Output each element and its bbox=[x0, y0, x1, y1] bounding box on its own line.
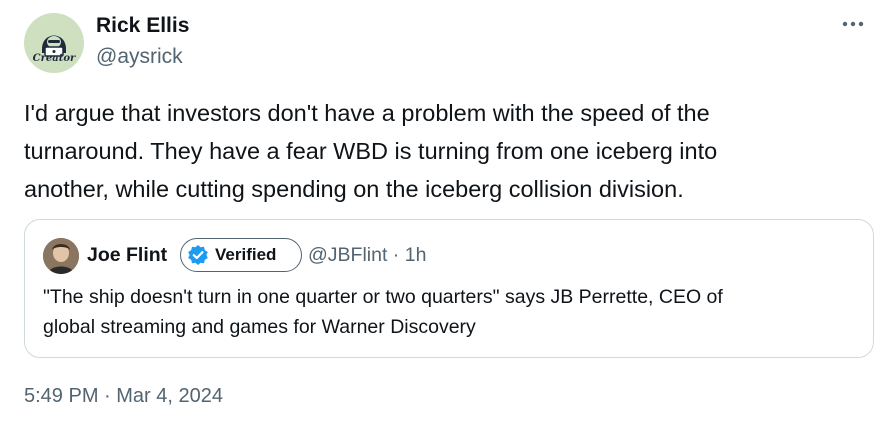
verified-label: Verified bbox=[215, 245, 277, 264]
quote-text-line: "The ship doesn't turn in one quarter or… bbox=[43, 286, 723, 308]
more-options-button[interactable] bbox=[839, 12, 867, 36]
quoted-tweet-card[interactable]: Joe Flint Verified @JBFlint · 1h "The sh… bbox=[24, 219, 874, 358]
quote-handle-time[interactable]: @JBFlint · 1h bbox=[308, 244, 426, 267]
person-photo-icon bbox=[43, 238, 79, 274]
tweet-text-line: another, while cutting spending on the i… bbox=[24, 176, 684, 202]
tweet-text: I'd argue that investors don't have a pr… bbox=[24, 94, 854, 208]
avatar-badge-text: Creator bbox=[32, 53, 76, 64]
verified-badge-icon bbox=[188, 245, 208, 265]
quote-text-line: global streaming and games for Warner Di… bbox=[43, 316, 476, 338]
tweet-text-line: I'd argue that investors don't have a pr… bbox=[24, 100, 710, 126]
tweet-text-line: turnaround. They have a fear WBD is turn… bbox=[24, 138, 718, 164]
more-horizontal-icon bbox=[842, 21, 864, 27]
author-avatar[interactable]: Creator bbox=[24, 13, 84, 73]
verified-badge[interactable]: Verified bbox=[180, 238, 302, 272]
quote-text: "The ship doesn't turn in one quarter or… bbox=[43, 282, 863, 342]
quote-author-name[interactable]: Joe Flint bbox=[87, 244, 167, 267]
hacker-avatar-icon bbox=[42, 35, 66, 57]
author-name[interactable]: Rick Ellis bbox=[96, 14, 189, 38]
quote-author-avatar[interactable] bbox=[43, 238, 79, 274]
author-handle[interactable]: @aysrick bbox=[96, 45, 183, 69]
tweet-timestamp[interactable]: 5:49 PM · Mar 4, 2024 bbox=[24, 385, 223, 408]
